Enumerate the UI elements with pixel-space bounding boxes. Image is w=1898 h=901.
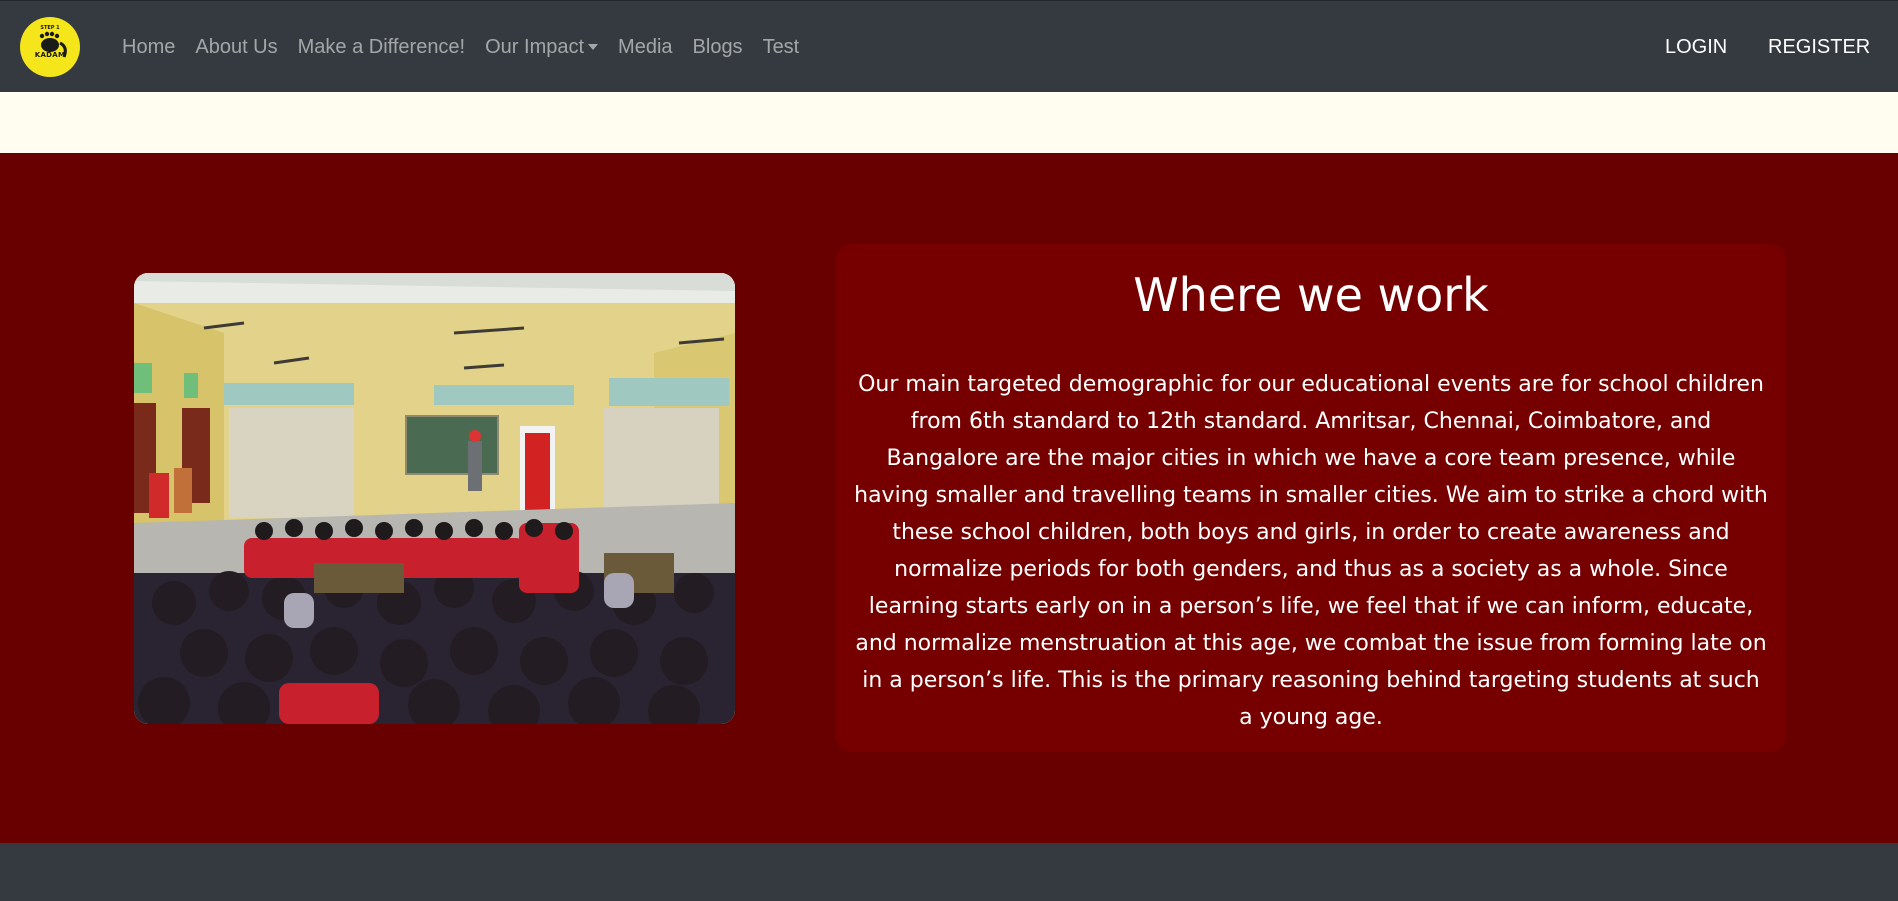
navbar: STEP 1 KADAM Home About Us Make a Differ… xyxy=(0,0,1898,92)
caret-down-icon xyxy=(588,43,599,50)
nav-blogs[interactable]: Blogs xyxy=(683,36,753,59)
nav-about-us[interactable]: About Us xyxy=(185,36,287,59)
nav-make-a-difference[interactable]: Make a Difference! xyxy=(288,36,476,59)
login-link[interactable]: LOGIN xyxy=(1665,1,1727,93)
classroom-photo xyxy=(134,273,735,724)
section-heading: Where we work xyxy=(1133,268,1489,322)
nav-home[interactable]: Home xyxy=(112,36,185,59)
kadam-logo[interactable]: STEP 1 KADAM xyxy=(20,17,80,77)
section-body: Our main targeted demographic for our ed… xyxy=(854,372,1768,730)
register-link[interactable]: REGISTER xyxy=(1768,1,1870,93)
nav-links: Home About Us Make a Difference! Our Imp… xyxy=(112,1,809,93)
logo-text: KADAM xyxy=(34,51,66,59)
cream-band xyxy=(0,92,1898,153)
nav-media[interactable]: Media xyxy=(608,36,682,59)
footer xyxy=(0,843,1898,901)
nav-our-impact-label: Our Impact xyxy=(485,35,585,58)
nav-test[interactable]: Test xyxy=(753,36,810,59)
footprint-icon xyxy=(39,31,67,58)
nav-our-impact-dropdown[interactable]: Our Impact xyxy=(475,36,608,59)
where-we-work-card: Where we work Our main targeted demograp… xyxy=(836,244,1786,752)
